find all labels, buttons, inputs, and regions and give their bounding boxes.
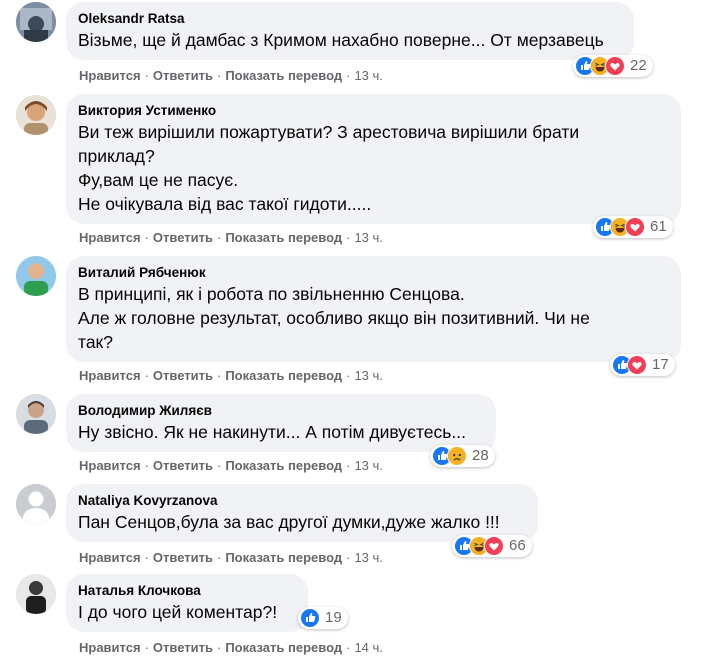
comment-text-line: В принципі, як і робота по звільненню Се…: [78, 284, 465, 304]
comment-bubble: Наталья Клочкова І до чого цей коментар?…: [66, 574, 308, 632]
reaction-count: 17: [652, 356, 669, 373]
comment-bubble: Володимир Жиляєв Ну звісно. Як не накину…: [66, 394, 496, 452]
translate-button[interactable]: Показать перевод: [225, 368, 342, 383]
comment-text-line: Фу,вам це не пасує.: [78, 170, 239, 190]
comment-text: Візьме, ще й дамбас з Кримом нахабно пов…: [78, 28, 622, 52]
like-button[interactable]: Нравится: [79, 68, 141, 83]
translate-button[interactable]: Показать перевод: [225, 458, 342, 473]
comment-text-line: Пан Сенцов,була за вас другої думки,дуже…: [78, 512, 500, 532]
comment-text-line: І до чого цей коментар?!: [78, 602, 278, 622]
like-button[interactable]: Нравится: [79, 640, 141, 655]
reaction-summary[interactable]: 61: [593, 216, 673, 238]
avatar[interactable]: [16, 2, 56, 42]
comment-text-line: приклад?: [78, 146, 155, 166]
comment-text-line: Не очікувала від вас такої гидоти.....: [78, 194, 372, 214]
reply-button[interactable]: Ответить: [153, 640, 213, 655]
love-reaction-icon: [484, 536, 504, 556]
avatar[interactable]: [16, 394, 56, 434]
love-reaction-icon: [605, 56, 625, 76]
comment-actions: Нравится · Ответить · Показать перевод · 13 ч.: [79, 68, 383, 83]
comment-text: В принципі, як і робота по звільненню Се…: [78, 282, 669, 354]
comment-actions: Нравится · Ответить · Показать перевод · 13 ч.: [79, 550, 383, 565]
timestamp[interactable]: 14 ч.: [354, 640, 382, 655]
photo-avatar-icon: [16, 95, 56, 135]
comment-text: Ви теж вирішили пожартувати? З арестович…: [78, 120, 669, 216]
comment-actions: Нравится · Ответить · Показать перевод · 13 ч.: [79, 368, 383, 383]
love-reaction-icon: [627, 355, 647, 375]
love-reaction-icon: [625, 217, 645, 237]
reply-button[interactable]: Ответить: [153, 368, 213, 383]
comment-author[interactable]: Nataliya Kovyrzanova: [78, 492, 526, 510]
reaction-summary[interactable]: 66: [452, 535, 532, 557]
avatar[interactable]: [16, 574, 56, 614]
timestamp[interactable]: 13 ч.: [354, 458, 382, 473]
reply-button[interactable]: Ответить: [153, 68, 213, 83]
comment-bubble: Oleksandr Ratsa Візьме, ще й дамбас з Кр…: [66, 2, 634, 60]
reaction-summary[interactable]: 22: [573, 55, 653, 77]
comment-author[interactable]: Виктория Устименко: [78, 102, 669, 120]
reaction-count: 66: [509, 537, 526, 554]
reaction-count: 22: [630, 57, 647, 74]
comment-text: І до чого цей коментар?!: [78, 600, 296, 624]
comment-text-line: Ну звісно. Як не накинути... А потім див…: [78, 422, 466, 442]
translate-button[interactable]: Показать перевод: [225, 640, 342, 655]
comment-author[interactable]: Володимир Жиляєв: [78, 402, 484, 420]
comment-actions: Нравится · Ответить · Показать перевод · 13 ч.: [79, 458, 383, 473]
like-button[interactable]: Нравится: [79, 458, 141, 473]
avatar[interactable]: [16, 484, 56, 524]
sad-reaction-icon: [447, 446, 467, 466]
photo-avatar-icon: [16, 256, 56, 296]
comment-text-line: так?: [78, 332, 113, 352]
like-reaction-icon: [300, 608, 320, 628]
photo-avatar-icon: [16, 394, 56, 434]
comment-actions: Нравится · Ответить · Показать перевод · 13 ч.: [79, 230, 383, 245]
comment-bubble: Виталий Рябченюк В принципі, як і робота…: [66, 256, 681, 362]
reaction-count: 61: [650, 218, 667, 235]
comment-actions: Нравится · Ответить · Показать перевод · 14 ч.: [79, 640, 383, 655]
reaction-summary[interactable]: 28: [430, 445, 495, 467]
comment-text: Ну звісно. Як не накинути... А потім див…: [78, 420, 484, 444]
timestamp[interactable]: 13 ч.: [354, 368, 382, 383]
reply-button[interactable]: Ответить: [153, 550, 213, 565]
reply-button[interactable]: Ответить: [153, 458, 213, 473]
translate-button[interactable]: Показать перевод: [225, 68, 342, 83]
comment-text-line: Ви теж вирішили пожартувати? З арестович…: [78, 122, 580, 142]
comment-text-line: Візьме, ще й дамбас з Кримом нахабно пов…: [78, 30, 604, 50]
avatar[interactable]: [16, 95, 56, 135]
timestamp[interactable]: 13 ч.: [354, 550, 382, 565]
comment-bubble: Виктория Устименко Ви теж вирішили пожар…: [66, 94, 681, 224]
photo-avatar-icon: [16, 2, 56, 42]
comment-bubble: Nataliya Kovyrzanova Пан Сенцов,була за …: [66, 484, 538, 542]
comment-author[interactable]: Наталья Клочкова: [78, 582, 296, 600]
reaction-count: 19: [325, 609, 342, 626]
comment-text: Пан Сенцов,була за вас другої думки,дуже…: [78, 510, 526, 534]
timestamp[interactable]: 13 ч.: [354, 230, 382, 245]
avatar[interactable]: [16, 256, 56, 296]
comment-author[interactable]: Виталий Рябченюк: [78, 264, 669, 282]
reaction-summary[interactable]: 19: [298, 607, 348, 629]
timestamp[interactable]: 13 ч.: [354, 68, 382, 83]
like-button[interactable]: Нравится: [79, 550, 141, 565]
translate-button[interactable]: Показать перевод: [225, 550, 342, 565]
reaction-summary[interactable]: 17: [610, 354, 675, 376]
like-button[interactable]: Нравится: [79, 230, 141, 245]
comment-text-line: Але ж головне результат, особливо якщо в…: [78, 308, 590, 328]
comment-author[interactable]: Oleksandr Ratsa: [78, 10, 622, 28]
reaction-count: 28: [472, 447, 489, 464]
reply-button[interactable]: Ответить: [153, 230, 213, 245]
like-button[interactable]: Нравится: [79, 368, 141, 383]
default-avatar-icon: [16, 484, 56, 524]
translate-button[interactable]: Показать перевод: [225, 230, 342, 245]
photo-avatar-icon: [16, 574, 56, 614]
